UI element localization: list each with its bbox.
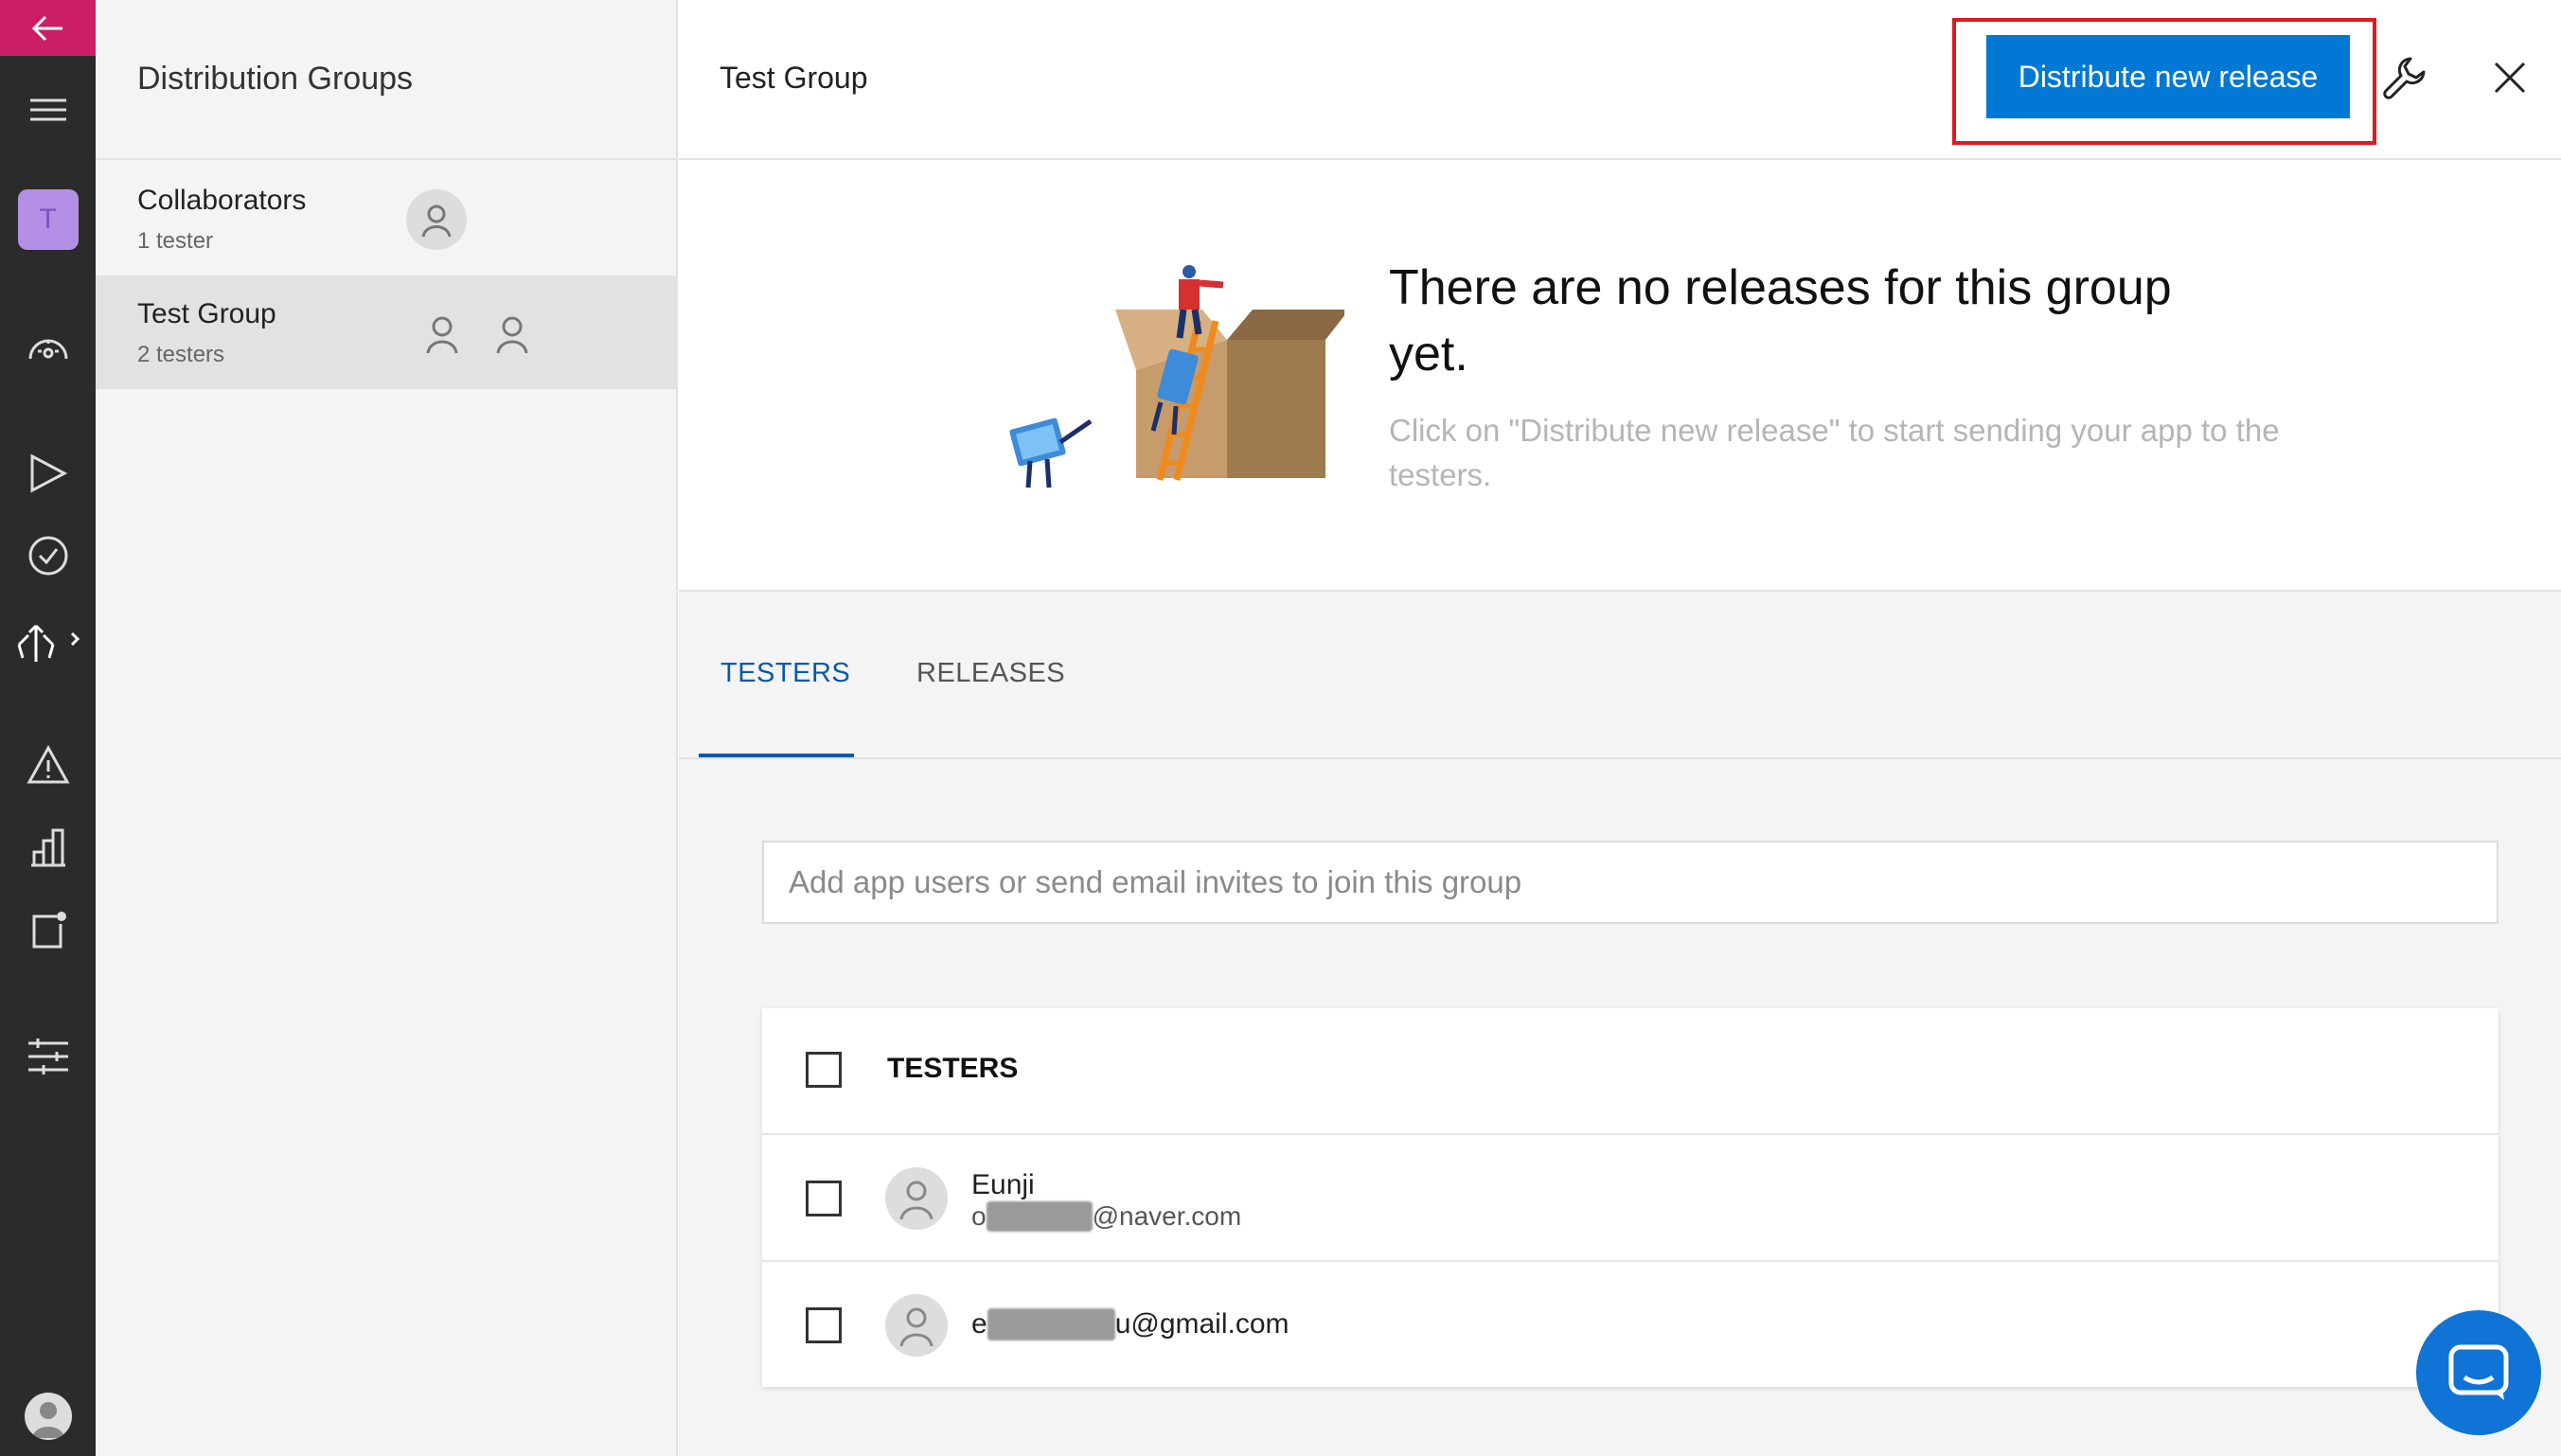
group-avatars [412, 304, 542, 364]
close-button[interactable] [2481, 49, 2538, 106]
menu-button[interactable] [0, 81, 96, 138]
account-button[interactable] [0, 1388, 96, 1445]
nav-test[interactable] [0, 527, 96, 584]
gauge-icon [28, 339, 67, 360]
groups-header: Distribution Groups [96, 0, 676, 160]
testers-column-header: TESTERS [887, 1053, 1019, 1084]
group-count: 1 tester [137, 228, 214, 254]
empty-box-illustration [1009, 265, 1344, 488]
row-checkbox[interactable] [806, 1307, 842, 1343]
group-avatars [406, 189, 467, 250]
table-header-row: TESTERS [762, 1008, 2499, 1135]
table-row[interactable]: Eunji oxxxxxxxx@naver.com [762, 1135, 2499, 1262]
app-switcher[interactable]: T [0, 186, 96, 254]
person-icon [899, 1307, 934, 1347]
redacted-text: xxxxxxxx [986, 1201, 1093, 1232]
nav-build[interactable] [0, 445, 96, 502]
nav-overview[interactable] [0, 318, 96, 375]
testers-table: TESTERS Eunji oxxxxxxxx@naver.com exxxxx… [762, 1008, 2499, 1387]
group-name: Test Group [137, 298, 276, 329]
main-content: Test Group Distribute new release There … [679, 0, 2561, 1456]
tester-avatar [885, 1167, 948, 1230]
nav-diagnostics[interactable] [0, 737, 96, 793]
empty-state: There are no releases for this group yet… [679, 160, 2561, 592]
person-icon [899, 1181, 934, 1220]
empty-state-subtitle: Click on "Distribute new release" to sta… [1389, 413, 2280, 492]
tester-avatar [406, 189, 467, 250]
tester-name: Eunji [971, 1169, 1035, 1200]
warning-icon [26, 745, 70, 784]
distribution-groups-panel: Distribution Groups Collaborators 1 test… [96, 0, 678, 1456]
user-avatar [24, 1393, 72, 1440]
add-testers-input[interactable] [762, 841, 2499, 924]
tab-releases[interactable]: RELEASES [916, 658, 1065, 689]
nav-analytics[interactable] [0, 819, 96, 876]
empty-state-title: There are no releases for this group yet… [1389, 260, 2172, 382]
select-all-checkbox[interactable] [806, 1052, 842, 1088]
wrench-icon [2383, 57, 2426, 99]
close-icon [2494, 62, 2526, 94]
play-icon [30, 453, 67, 493]
sliders-icon [27, 1039, 68, 1074]
table-row[interactable]: exxxxxxxxxu@gmail.com [762, 1262, 2499, 1389]
distribute-new-release-button[interactable]: Distribute new release [1986, 35, 2350, 118]
back-button[interactable] [0, 0, 96, 56]
tab-testers[interactable]: TESTERS [720, 658, 850, 689]
tabs-bar: TESTERS RELEASES [679, 592, 2561, 759]
distribute-icon [17, 624, 80, 662]
settings-button[interactable] [2376, 49, 2433, 106]
group-count: 2 testers [137, 342, 225, 367]
tester-email: oxxxxxxxx@naver.com [971, 1201, 1242, 1232]
nav-settings[interactable] [0, 1028, 96, 1085]
push-notification-icon [32, 912, 66, 949]
nav-push[interactable] [0, 902, 96, 959]
group-item-collaborators[interactable]: Collaborators 1 tester [96, 162, 676, 275]
top-bar: Test Group Distribute new release [679, 0, 2561, 160]
check-circle-icon [28, 536, 67, 576]
tester-avatar [885, 1294, 948, 1357]
bar-chart-icon [30, 828, 65, 867]
person-icon [426, 316, 458, 354]
tester-avatar [412, 304, 472, 364]
tester-email: exxxxxxxxxu@gmail.com [971, 1308, 1289, 1341]
active-tab-indicator [699, 754, 854, 757]
chat-icon [2448, 1344, 2509, 1400]
row-checkbox[interactable] [806, 1181, 842, 1216]
app-avatar: T [17, 189, 79, 250]
hamburger-icon [29, 98, 66, 121]
redacted-text: xxxxxxxxx [987, 1308, 1115, 1341]
group-item-test-group[interactable]: Test Group 2 testers [96, 275, 676, 389]
left-nav-rail: T [0, 0, 96, 1456]
arrow-left-icon [31, 15, 62, 41]
page-title: Test Group [720, 61, 868, 95]
tester-avatar [482, 304, 542, 364]
group-name: Collaborators [137, 185, 307, 216]
person-icon [421, 204, 452, 238]
person-icon [496, 316, 528, 354]
nav-distribute[interactable] [0, 613, 96, 669]
groups-title: Distribution Groups [137, 61, 414, 97]
person-icon [31, 1402, 64, 1438]
chat-support-button[interactable] [2416, 1310, 2541, 1435]
